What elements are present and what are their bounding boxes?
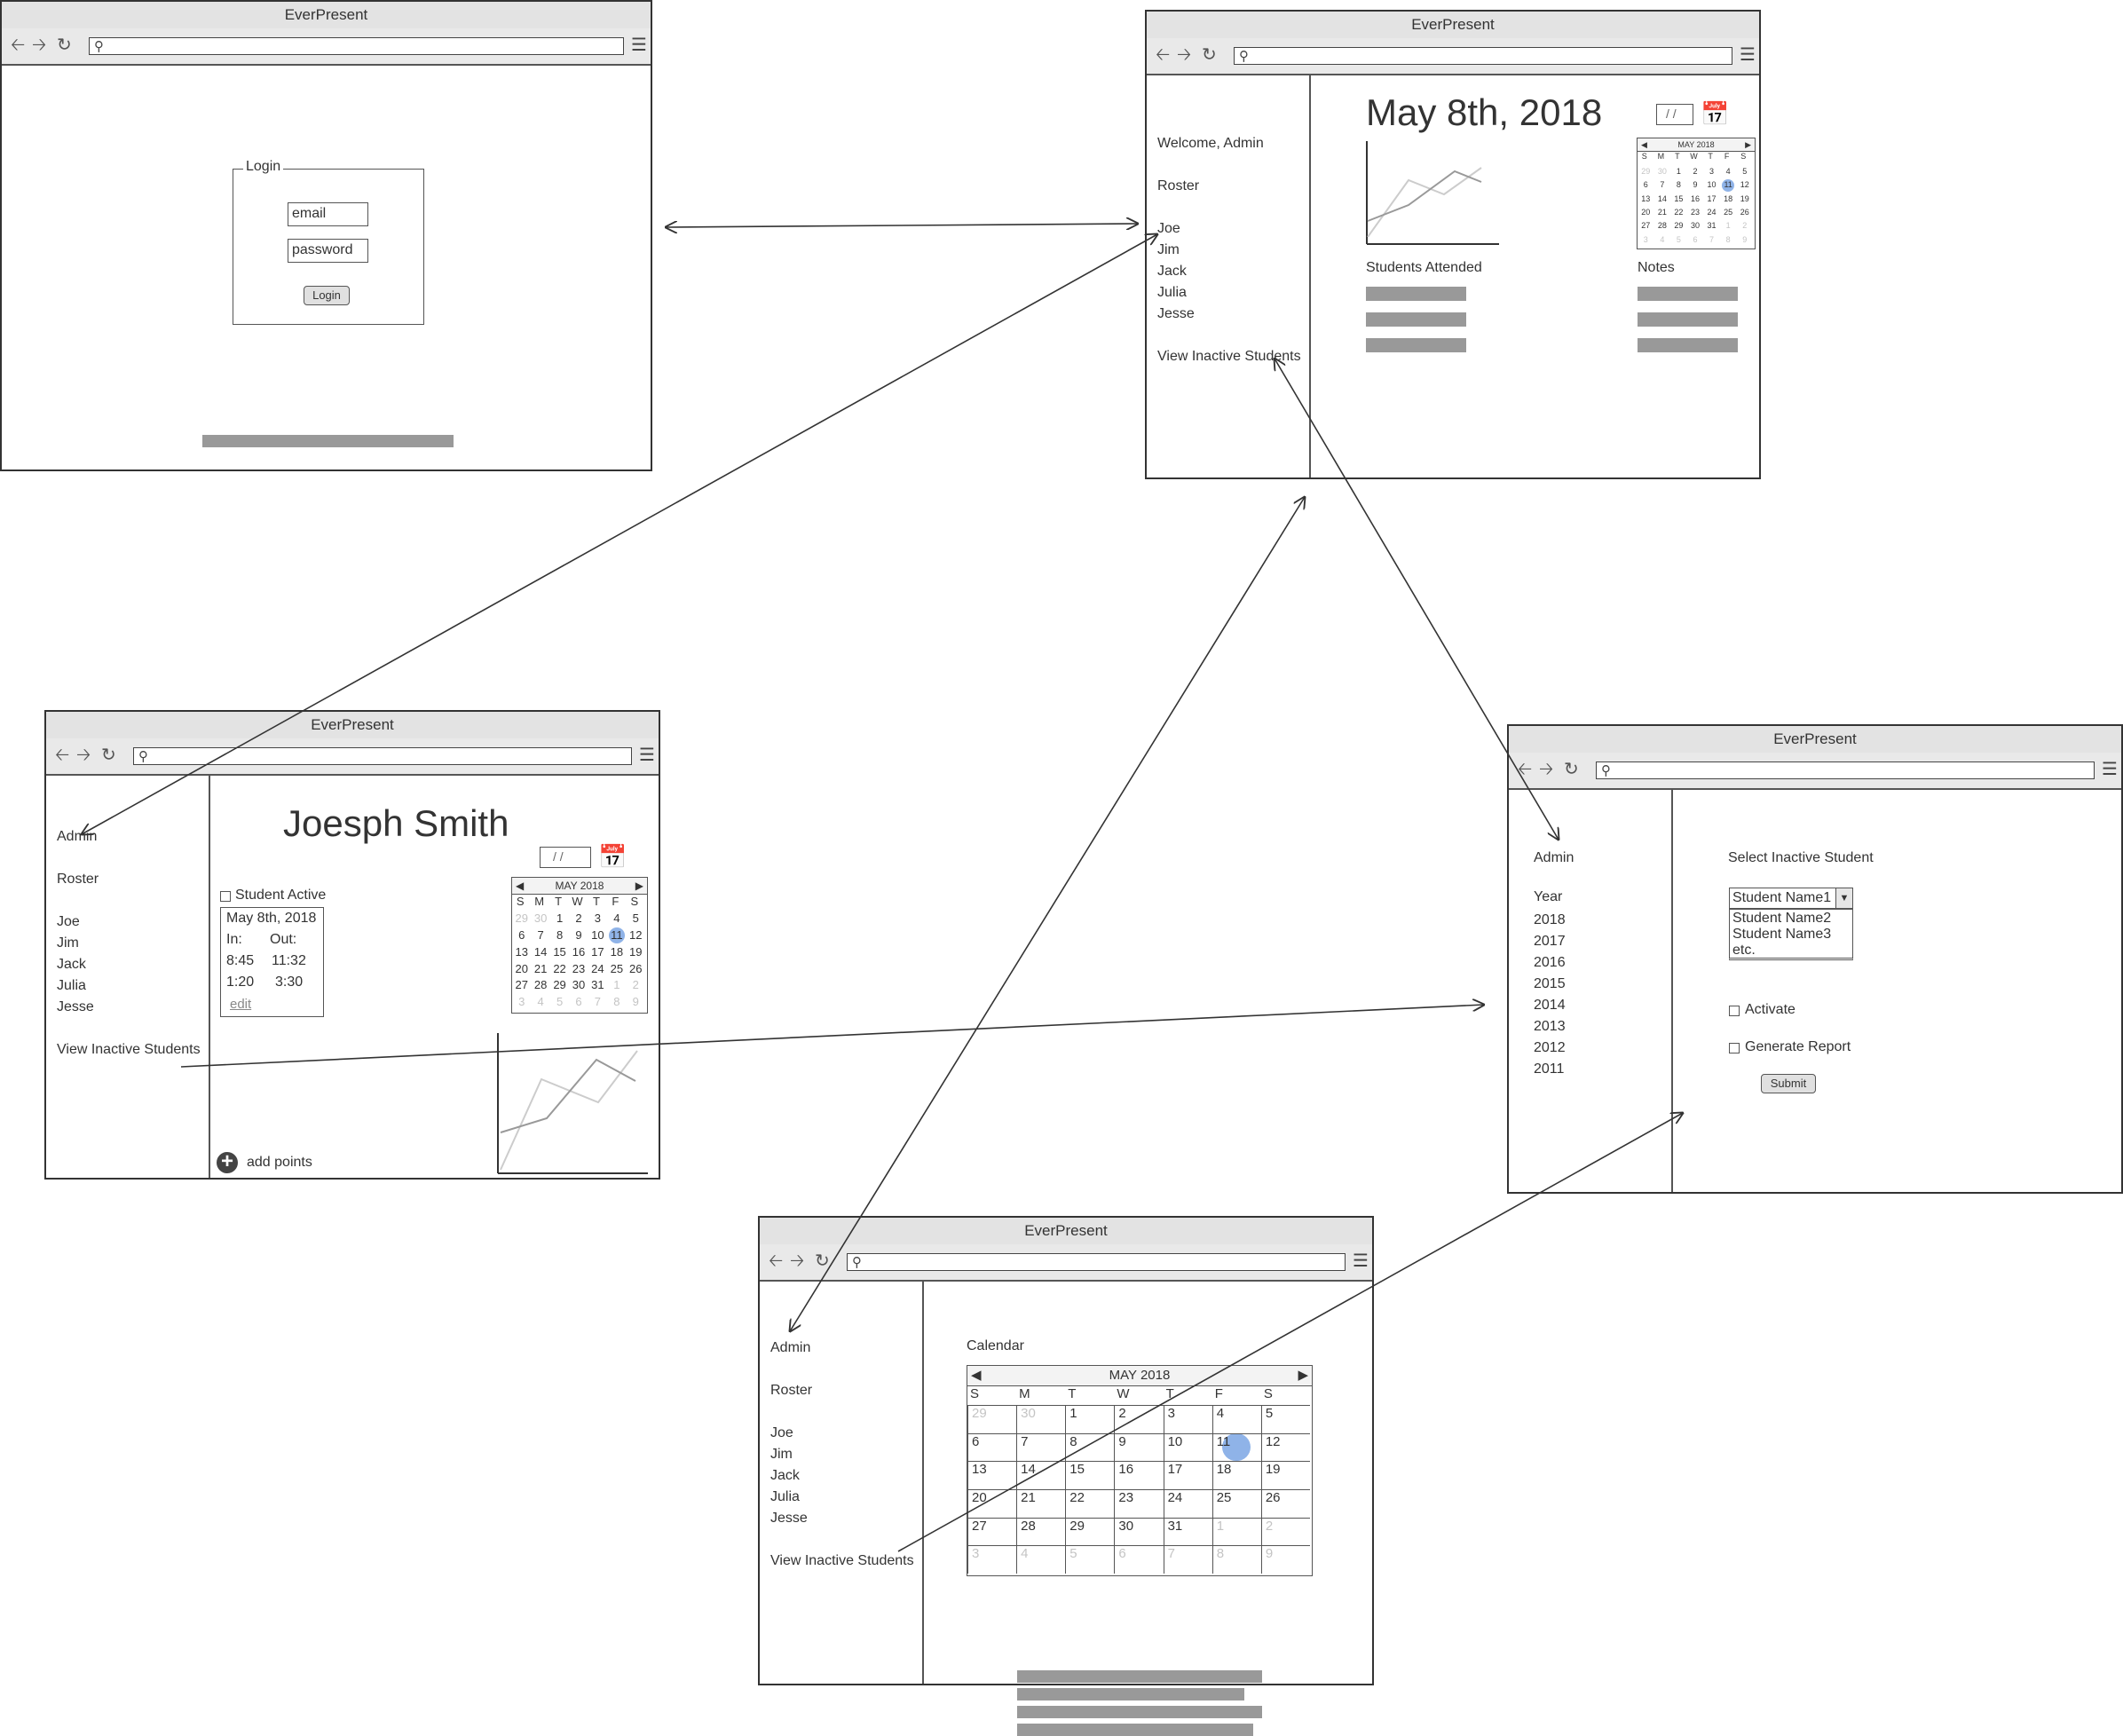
content-bar bbox=[1017, 1688, 1244, 1700]
flow-arrows bbox=[0, 0, 2123, 1552]
content-bar bbox=[1017, 1706, 1262, 1718]
content-bar bbox=[1017, 1724, 1253, 1736]
arrow-joe-student bbox=[82, 234, 1157, 834]
arrow-inactive-link bbox=[1275, 359, 1559, 840]
arrow-student-inactive bbox=[180, 1005, 1484, 1068]
arrow-calendar-inactive bbox=[897, 1113, 1683, 1552]
arrow-dashboard-calendar bbox=[790, 497, 1305, 1331]
arrow-login-dashboard bbox=[666, 224, 1138, 227]
